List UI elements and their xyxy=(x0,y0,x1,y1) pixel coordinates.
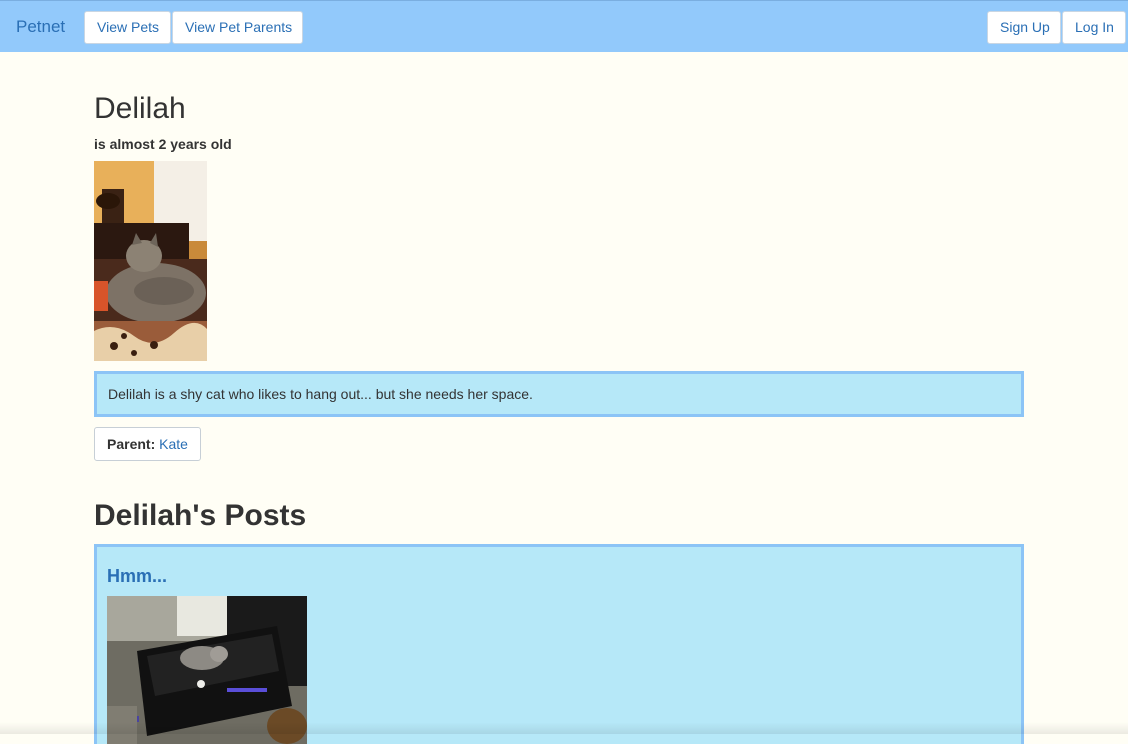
top-navbar: Petnet View Pets View Pet Parents Sign U… xyxy=(0,0,1128,52)
parent-box: Parent: Kate xyxy=(94,427,201,461)
post-title-link[interactable]: Hmm... xyxy=(107,566,167,587)
posts-heading: Delilah's Posts xyxy=(94,499,307,532)
pet-age-text: is almost 2 years old xyxy=(94,136,232,152)
pet-photo-image xyxy=(94,161,207,361)
view-pets-button[interactable]: View Pets xyxy=(84,11,171,44)
log-in-button[interactable]: Log In xyxy=(1062,11,1126,44)
parent-link[interactable]: Kate xyxy=(159,436,188,452)
brand-link[interactable]: Petnet xyxy=(16,17,65,37)
post-card: Hmm... xyxy=(94,544,1024,744)
pet-bio-box: Delilah is a shy cat who likes to hang o… xyxy=(94,371,1024,417)
view-pet-parents-button[interactable]: View Pet Parents xyxy=(172,11,303,44)
pet-name-heading: Delilah xyxy=(94,92,186,125)
pet-photo xyxy=(94,161,207,361)
bottom-fade xyxy=(0,722,1128,734)
sign-up-button[interactable]: Sign Up xyxy=(987,11,1061,44)
parent-label: Parent: xyxy=(107,436,156,452)
